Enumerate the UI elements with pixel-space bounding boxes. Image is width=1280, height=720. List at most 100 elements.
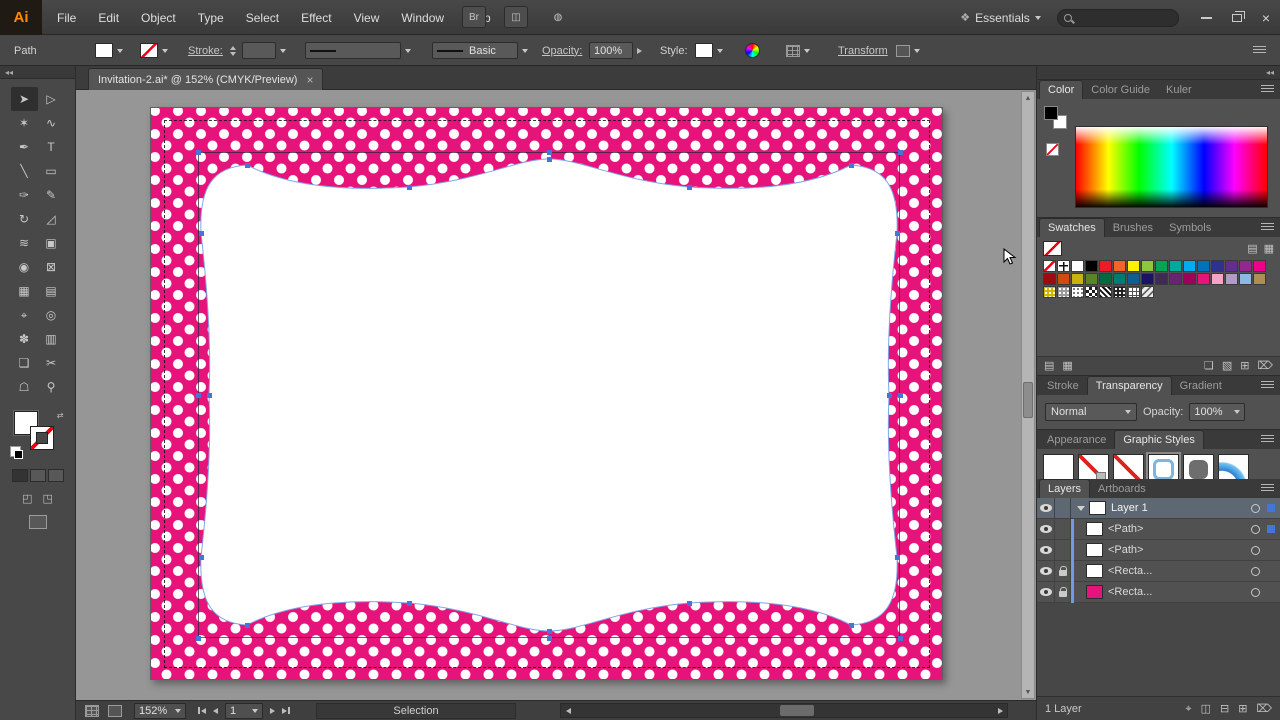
- search-input[interactable]: [1075, 11, 1172, 24]
- anchor-handle[interactable]: [898, 636, 903, 641]
- swatch[interactable]: [1043, 260, 1056, 272]
- menu-file[interactable]: File: [46, 0, 87, 35]
- lasso-tool[interactable]: ∿: [38, 111, 65, 135]
- visibility-toggle[interactable]: [1037, 539, 1055, 561]
- anchor-handle[interactable]: [407, 185, 412, 190]
- anchor-handle[interactable]: [196, 150, 201, 155]
- anchor-handle[interactable]: [547, 629, 552, 634]
- stroke-weight-stepper[interactable]: [230, 35, 286, 66]
- mesh-tool[interactable]: ▦: [11, 279, 38, 303]
- collapse-panels-button[interactable]: ◂◂: [1266, 68, 1274, 77]
- thumbnail-view-icon[interactable]: ▦: [1264, 243, 1274, 255]
- last-artboard-button[interactable]: [282, 707, 290, 714]
- eyedropper-tool[interactable]: ⌖: [11, 303, 38, 327]
- target-circle[interactable]: [1251, 587, 1260, 597]
- list-view-icon[interactable]: ▤: [1247, 243, 1257, 255]
- menu-edit[interactable]: Edit: [87, 0, 130, 35]
- anchor-handle[interactable]: [687, 185, 692, 190]
- brush-definition-dropdown[interactable]: Basic: [432, 35, 528, 66]
- panel-menu-icon[interactable]: [1261, 381, 1274, 390]
- swatch[interactable]: [1099, 260, 1112, 272]
- swatch[interactable]: [1141, 286, 1154, 298]
- target-circle[interactable]: [1251, 545, 1260, 555]
- swatch[interactable]: [1253, 273, 1266, 285]
- change-screen-mode-button[interactable]: [28, 515, 47, 529]
- gradient-tool[interactable]: ▤: [38, 279, 65, 303]
- horizontal-scroll-thumb[interactable]: [780, 705, 814, 716]
- vertical-scroll-thumb[interactable]: [1023, 382, 1033, 418]
- fill-color-dropdown[interactable]: [95, 35, 123, 66]
- swatch[interactable]: [1169, 260, 1182, 272]
- swatch[interactable]: [1183, 273, 1196, 285]
- swatch[interactable]: [1239, 273, 1252, 285]
- swatch[interactable]: [1183, 260, 1196, 272]
- panel-menu-icon[interactable]: [1261, 85, 1274, 94]
- horizontal-scroll-track[interactable]: [575, 704, 993, 717]
- lock-toggle[interactable]: [1055, 581, 1071, 603]
- document-tab[interactable]: Invitation-2.ai* @ 152% (CMYK/Preview) ×: [88, 68, 324, 90]
- delete-layer-icon[interactable]: ⌦: [1256, 703, 1272, 715]
- swatch[interactable]: [1085, 286, 1098, 298]
- next-artboard-button[interactable]: [270, 707, 275, 714]
- zoom-level-dropdown[interactable]: 152%: [134, 702, 186, 719]
- line-segment-tool[interactable]: ╲: [11, 159, 38, 183]
- draw-behind-button[interactable]: [29, 469, 46, 482]
- menu-window[interactable]: Window: [390, 0, 455, 35]
- layer-name[interactable]: <Recta...: [1108, 586, 1152, 598]
- fill-stroke-proxy[interactable]: [1044, 106, 1070, 132]
- swatch[interactable]: [1127, 286, 1140, 298]
- fill-proxy[interactable]: [1044, 106, 1058, 120]
- swap-fill-stroke-icon[interactable]: ⇄: [57, 411, 64, 420]
- anchor-handle[interactable]: [849, 163, 854, 168]
- swatch[interactable]: [1169, 273, 1182, 285]
- anchor-handle[interactable]: [898, 393, 903, 398]
- scroll-down-icon[interactable]: ▼: [1022, 686, 1034, 698]
- visibility-toggle[interactable]: [1037, 560, 1055, 582]
- decorative-frame-shape[interactable]: [199, 153, 899, 637]
- menu-object[interactable]: Object: [130, 0, 187, 35]
- opacity-value[interactable]: 100%: [589, 42, 633, 59]
- anchor-handle[interactable]: [245, 163, 250, 168]
- column-graph-tool[interactable]: ▥: [38, 327, 65, 351]
- pencil-tool[interactable]: ✎: [38, 183, 65, 207]
- hand-tool[interactable]: ☖: [11, 375, 38, 399]
- free-transform-tool[interactable]: ▣: [38, 231, 65, 255]
- locate-object-icon[interactable]: ⌖: [1185, 703, 1191, 715]
- swatch-options-icon[interactable]: ❏: [1204, 360, 1214, 372]
- blend-mode-dropdown[interactable]: Normal: [1045, 403, 1137, 421]
- first-artboard-button[interactable]: [198, 707, 206, 714]
- panel-menu-icon[interactable]: [1261, 484, 1274, 493]
- anchor-handle[interactable]: [895, 555, 900, 560]
- swatch[interactable]: [1225, 260, 1238, 272]
- swatch[interactable]: [1071, 260, 1084, 272]
- opacity-link[interactable]: Opacity:: [542, 45, 582, 57]
- anchor-handle[interactable]: [887, 393, 892, 398]
- target-circle[interactable]: [1251, 566, 1260, 576]
- visibility-toggle[interactable]: [1037, 581, 1055, 603]
- swatch[interactable]: [1253, 260, 1266, 272]
- color-settings-icon[interactable]: ◰: [22, 492, 32, 505]
- swatch[interactable]: [1197, 260, 1210, 272]
- vertical-scrollbar[interactable]: ▲ ▼: [1021, 91, 1035, 699]
- stroke-color-well[interactable]: [29, 426, 54, 450]
- artboard[interactable]: [150, 107, 1017, 680]
- swatch[interactable]: [1127, 260, 1140, 272]
- anchor-handle[interactable]: [245, 623, 250, 628]
- scroll-left-icon[interactable]: [561, 707, 575, 714]
- tab-transparency[interactable]: Transparency: [1086, 376, 1172, 395]
- new-sublayer-icon[interactable]: ⊟: [1220, 703, 1229, 715]
- draw-inside-button[interactable]: [47, 469, 64, 482]
- stroke-weight-value[interactable]: [242, 42, 276, 59]
- transform-link[interactable]: Transform: [838, 45, 888, 57]
- layer-name[interactable]: <Recta...: [1108, 565, 1152, 577]
- layer-row[interactable]: Layer 1: [1037, 497, 1280, 519]
- layer-row[interactable]: <Path>: [1037, 539, 1280, 561]
- stroke-weight-link[interactable]: Stroke:: [188, 45, 223, 57]
- document-setup-icon[interactable]: [108, 704, 122, 717]
- restore-button[interactable]: [1231, 10, 1245, 22]
- tab-color-guide[interactable]: Color Guide: [1083, 81, 1158, 99]
- symbol-sprayer-tool[interactable]: ✽: [11, 327, 38, 351]
- swatch[interactable]: [1099, 273, 1112, 285]
- horizontal-scrollbar[interactable]: [560, 703, 1008, 718]
- style-dropdown[interactable]: [695, 35, 723, 66]
